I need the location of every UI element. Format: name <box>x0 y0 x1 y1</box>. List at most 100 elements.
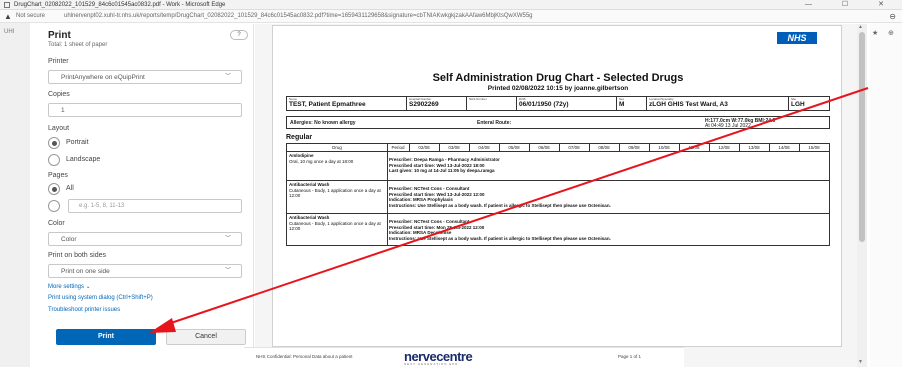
allergies-row: Allergies: No known allergy Enteral Rout… <box>286 116 830 129</box>
layout-label: Layout <box>48 125 70 132</box>
drug-info: Prescriber: NCTest Cons - Consultant Pre… <box>389 219 789 241</box>
drug-title: Antibacterial Wash <box>289 182 330 187</box>
more-settings-link[interactable]: More settings ⌄ <box>48 283 91 290</box>
copies-input[interactable]: 1 <box>48 103 242 117</box>
printer-value: PrintAnywhere on eQuipPrint <box>61 74 145 81</box>
drug-name: Amlodipine Oral, 10 mg once a day at 18:0… <box>289 153 383 164</box>
drug-table-header: Drug Period 02/08 03/08 04/08 05/08 06/0… <box>287 144 829 152</box>
chevron-down-icon: ﹀ <box>224 236 231 242</box>
pages-all-label[interactable]: All <box>66 185 74 192</box>
nhs-logo: NHS <box>777 32 817 44</box>
help-button[interactable]: ? <box>230 30 248 40</box>
instructions: Instructions: Use Stellisept as a body w… <box>389 235 611 241</box>
site: LGH <box>791 101 805 108</box>
start-time: Prescribed start time: Wed 13-Jul-2022 1… <box>389 162 485 168</box>
scroll-down-icon[interactable]: ▼ <box>858 359 863 365</box>
prescriber: Prescriber: Deepa Ramga - Pharmacy Admin… <box>389 157 500 162</box>
date-header: 02/08 <box>418 145 430 150</box>
preview-page: NHS Self Administration Drug Chart - Sel… <box>272 25 842 347</box>
drug-detail: Cutaneous - Body, 1 application once a d… <box>289 220 381 232</box>
drug-info: Prescriber: Deepa Ramga - Pharmacy Admin… <box>389 157 789 174</box>
drug-name: Antibacterial Wash Cutaneous - Body, 1 ap… <box>289 215 383 232</box>
table-divider <box>619 144 620 152</box>
copies-value: 1 <box>61 107 65 114</box>
troubleshoot-link[interactable]: Troubleshoot printer issues <box>48 307 120 313</box>
landscape-radio[interactable] <box>48 154 60 166</box>
prescriber: Prescriber: NCTest Cons - Consultant <box>389 219 470 224</box>
zoom-icon[interactable]: ⊖ <box>889 10 896 22</box>
url-text[interactable]: uhlnervenpt02.xuhl-tr.nhs.uk/reports/tem… <box>64 10 864 22</box>
favorite-icon[interactable]: ★ <box>872 29 878 37</box>
print-settings-panel: Print Total: 1 sheet of paper ? Printer … <box>32 24 254 367</box>
sex: M <box>619 101 625 108</box>
window-controls[interactable]: — ☐ ✕ <box>805 0 898 10</box>
nhs-number-cell: NHS Number <box>467 97 517 110</box>
date-header: 06/08 <box>538 145 550 150</box>
indication: Indication: MRSA Decolonise <box>389 230 452 235</box>
print-button[interactable]: Print <box>56 329 156 345</box>
pages-custom-radio[interactable] <box>48 200 60 212</box>
drug-table: Drug Period 02/08 03/08 04/08 05/08 06/0… <box>286 143 830 246</box>
table-divider <box>387 144 388 245</box>
scroll-up-icon[interactable]: ▲ <box>858 24 863 30</box>
drug-title: Antibacterial Wash <box>289 215 330 220</box>
cancel-button[interactable]: Cancel <box>166 329 246 345</box>
dob: 06/01/1950 (72y) <box>519 101 569 108</box>
document-title: Self Administration Drug Chart - Selecte… <box>432 72 684 84</box>
pdf-tab-icon <box>4 2 10 8</box>
table-divider <box>769 144 770 152</box>
landscape-label[interactable]: Landscape <box>66 156 100 163</box>
last-given: Last given: 10 mg at 14-Jul 11:05 by dee… <box>389 168 495 173</box>
table-divider <box>499 144 500 152</box>
drug-detail: Cutaneous - Body, 1 application once a d… <box>289 187 381 199</box>
patient-name-cell: Name TEST, Patient Epmathree <box>287 97 407 110</box>
footer-confidential: NHS Confidential: Personal Data about a … <box>256 354 353 359</box>
instructions: Instructions: Use Stellisept as a body w… <box>389 202 611 208</box>
print-title: Print <box>48 30 71 41</box>
address-bar[interactable]: ▲ Not secure uhlnervenpt02.xuhl-tr.nhs.u… <box>0 10 902 23</box>
extensions-icon[interactable]: ⊕ <box>888 29 894 37</box>
table-divider <box>589 144 590 152</box>
system-dialog-link[interactable]: Print using system dialog (Ctrl+Shift+P) <box>48 295 153 301</box>
location-cell: Location/Specialty zLGH GHIS Test Ward, … <box>647 97 789 110</box>
drug-row: Antibacterial Wash Cutaneous - Body, 1 ap… <box>287 181 829 214</box>
date-header: 15/08 <box>808 145 820 150</box>
drug-column-header: Drug <box>332 145 342 150</box>
sheet-count: Total: 1 sheet of paper <box>48 42 108 48</box>
table-divider <box>409 144 410 152</box>
both-sides-select[interactable]: Print on one side ﹀ <box>48 264 242 278</box>
nhs-number-label: NHS Number <box>469 97 487 101</box>
patient-banner: Name TEST, Patient Epmathree Hospital Nu… <box>286 96 830 111</box>
drug-title: Amlodipine <box>289 153 314 158</box>
prescriber: Prescriber: NCTest Cons - Consultant <box>389 186 470 191</box>
chevron-down-icon: ﹀ <box>224 74 231 80</box>
scrollbar-thumb[interactable] <box>859 32 865 242</box>
date-header: 13/08 <box>748 145 760 150</box>
table-divider <box>559 144 560 152</box>
color-select[interactable]: Color ﹀ <box>48 232 242 246</box>
title-bar: DrugChart_02082022_101529_84c6c01545ac08… <box>0 0 902 10</box>
section-regular: Regular <box>286 134 313 141</box>
printer-select[interactable]: PrintAnywhere on eQuipPrint ﹀ <box>48 70 242 84</box>
right-toolbar: ★ ⊕ <box>870 23 902 367</box>
color-value: Color <box>61 236 77 243</box>
copies-label: Copies <box>48 91 70 98</box>
security-label[interactable]: Not secure <box>16 10 45 22</box>
date-header: 12/08 <box>718 145 730 150</box>
portrait-radio[interactable] <box>48 137 60 149</box>
date-header: 05/08 <box>508 145 520 150</box>
enteral-route: Enteral Route: <box>477 120 512 126</box>
pages-range-input[interactable]: e.g. 1-5, 8, 11-13 <box>68 199 242 213</box>
table-divider <box>529 144 530 152</box>
printer-label: Printer <box>48 58 69 65</box>
warning-icon[interactable]: ▲ <box>4 10 12 22</box>
dob-cell: DOB 06/01/1950 (72y) <box>517 97 617 110</box>
date-header: 14/08 <box>778 145 790 150</box>
portrait-label[interactable]: Portrait <box>66 139 89 146</box>
left-strip-label: UHI <box>4 29 15 35</box>
pages-all-radio[interactable] <box>48 183 60 195</box>
date-header: 10/08 <box>658 145 670 150</box>
color-label: Color <box>48 220 65 227</box>
table-divider <box>469 144 470 152</box>
preview-scrollbar[interactable]: ▲ ▼ <box>857 24 867 367</box>
